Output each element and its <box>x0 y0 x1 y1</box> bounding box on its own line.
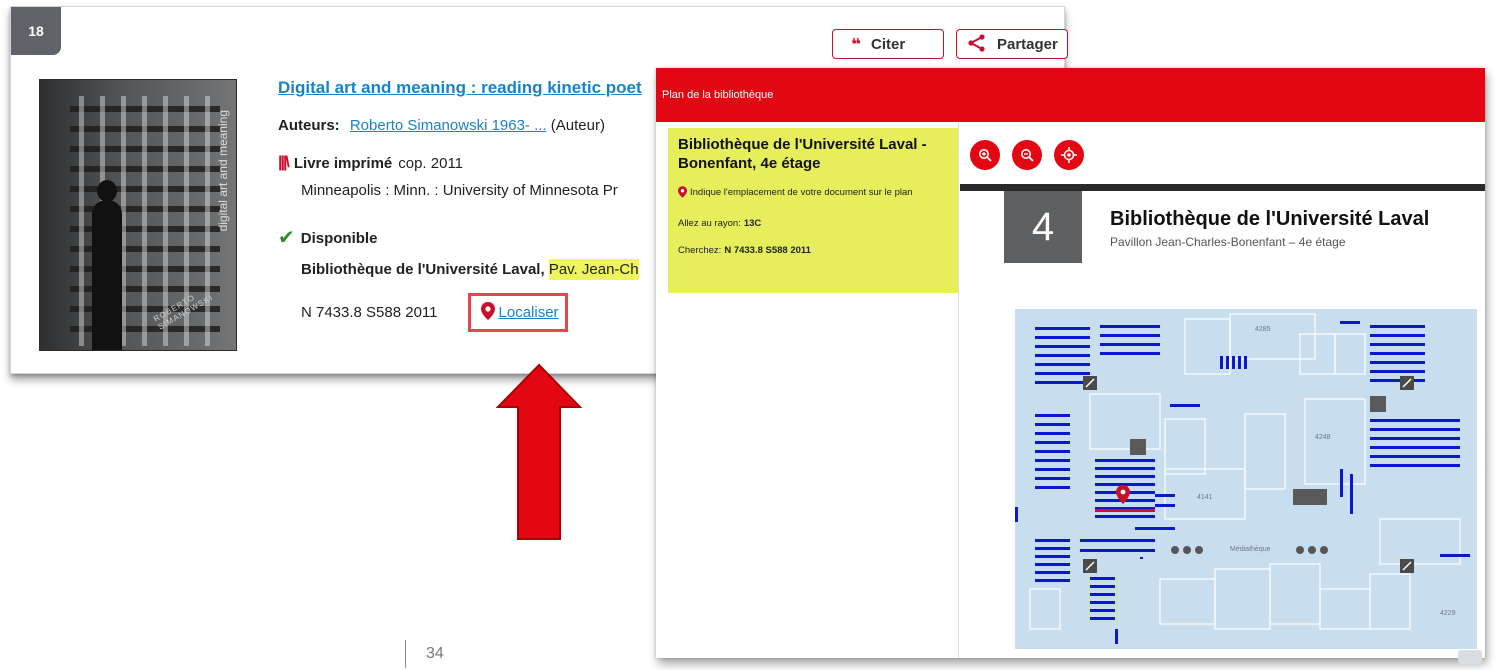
authors-row: Auteurs: Roberto Simanowski 1963- ... (A… <box>278 118 642 133</box>
localiser-highlight-box[interactable]: Localiser <box>467 293 568 332</box>
locate-icon <box>1061 147 1077 163</box>
record-title-link[interactable]: Digital art and meaning : reading kineti… <box>278 79 642 96</box>
book-cover-image[interactable]: digital art and meaning ROBERTO SIMANOWS… <box>39 79 237 351</box>
info-shelf-value: 13C <box>743 217 762 229</box>
cover-silhouette <box>92 180 122 350</box>
map-header: Plan de la bibliothèque <box>656 68 1485 122</box>
share-button[interactable]: Partager <box>956 29 1068 59</box>
record-details: Digital art and meaning : reading kineti… <box>278 79 642 332</box>
call-number: N 7433.8 S588 2011 <box>301 304 438 321</box>
format-row: |||\ Livre imprimé cop. 2011 <box>278 155 642 171</box>
card-actions: ❝ Citer Partager <box>832 29 1068 59</box>
room-label: Médiathèque <box>1230 546 1271 553</box>
availability-status: ✔ Disponible <box>278 228 642 248</box>
red-arrow-annotation <box>496 363 582 540</box>
map-viewer: 4 Bibliothèque de l'Université Laval Pav… <box>960 122 1485 658</box>
format-label: Livre imprimé <box>293 154 393 172</box>
cover-title: digital art and meaning <box>216 110 230 232</box>
cite-button[interactable]: ❝ Citer <box>832 29 944 59</box>
page-number: 34 <box>405 640 444 668</box>
title-part: Digital <box>278 78 335 97</box>
plan-title: Bibliothèque de l'Université Laval <box>1110 208 1430 230</box>
info-search: Cherchez: N 7433.8 S588 2011 <box>678 244 948 257</box>
result-number: 18 <box>11 7 61 55</box>
zoom-out-button[interactable] <box>1012 140 1042 170</box>
room-label: 4229 <box>1440 610 1456 617</box>
location-highlight: Pav. Jean-Ch <box>548 259 639 280</box>
share-icon <box>967 33 987 56</box>
library-map-window: Plan de la bibliothèque Bibliothèque de … <box>656 68 1485 658</box>
info-shelf: Allez au rayon: 13C <box>678 217 948 230</box>
map-divider <box>960 184 1485 191</box>
info-indicate-text: Indique l'emplacement de votre document … <box>690 186 913 198</box>
availability-label: Disponible <box>300 229 378 247</box>
map-header-title: Plan de la bibliothèque <box>662 89 774 101</box>
zoom-in-icon <box>979 149 992 162</box>
quote-icon: ❝ <box>851 34 861 54</box>
floor-number: 4 <box>1004 191 1082 263</box>
plan-subtitle: Pavillon Jean-Charles-Bonenfant – 4e éta… <box>1110 235 1346 249</box>
location-info-panel: Bibliothèque de l'Université Laval - Bon… <box>668 128 958 293</box>
info-indicate: Indique l'emplacement de votre document … <box>678 185 948 203</box>
zoom-out-icon <box>1021 149 1034 162</box>
map-pin-icon <box>678 185 687 203</box>
author-role: (Auteur) <box>550 117 605 134</box>
map-pin-icon <box>480 302 495 323</box>
info-title: Bibliothèque de l'Université Laval - Bon… <box>678 136 927 172</box>
cite-label: Citer <box>870 35 906 53</box>
zoom-in-button[interactable] <box>970 140 1000 170</box>
corner-decoration <box>1458 650 1482 664</box>
room-label: 4141 <box>1197 494 1213 501</box>
info-search-label: Cherchez: <box>678 245 722 257</box>
room-label: 4248 <box>1315 434 1331 441</box>
library-name: Bibliothèque de l'Université Laval, <box>301 261 545 278</box>
books-icon: |||\ <box>278 154 290 171</box>
title-part: and meaning : reading kinetic poet <box>356 78 642 97</box>
holding-location: Bibliothèque de l'Université Laval, Pav.… <box>301 259 642 280</box>
author-link[interactable]: Roberto Simanowski 1963- ... <box>350 117 547 134</box>
publisher: Minneapolis : Minn. : University of Minn… <box>301 182 618 199</box>
floor-plan[interactable]: 4285 4248 4141 Médiathèque 4229 <box>1015 309 1477 649</box>
check-icon: ✔ <box>278 227 295 249</box>
info-shelf-label: Allez au rayon: <box>678 217 741 229</box>
info-search-value: N 7433.8 S588 2011 <box>724 245 811 257</box>
localiser-link[interactable]: Localiser <box>499 305 559 320</box>
room-label: 4285 <box>1255 326 1271 333</box>
share-label: Partager <box>997 35 1058 53</box>
authors-label: Auteurs: <box>278 117 340 134</box>
map-toolbar <box>970 140 1084 170</box>
map-info-column: Bibliothèque de l'Université Laval - Bon… <box>656 122 959 658</box>
locate-button[interactable] <box>1054 140 1084 170</box>
title-highlight: art <box>334 78 357 97</box>
call-number-row: N 7433.8 S588 2011 Localiser <box>301 293 642 332</box>
format-date: cop. 2011 <box>398 154 464 172</box>
